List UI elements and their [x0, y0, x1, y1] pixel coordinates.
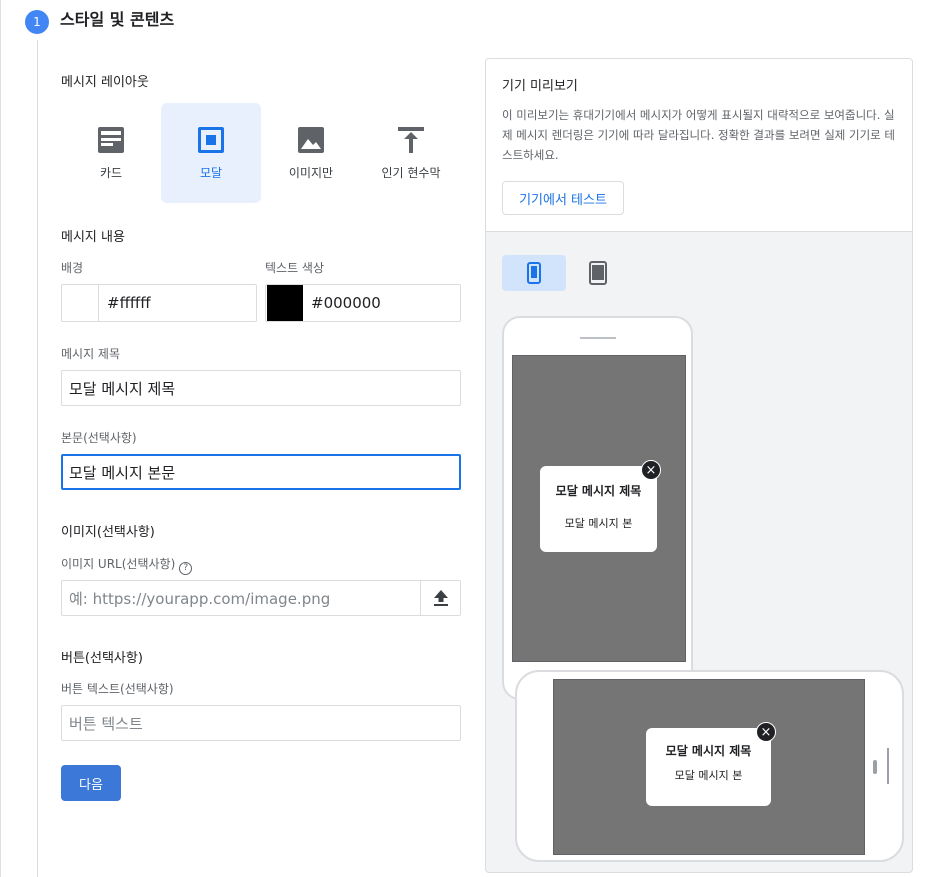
phone-side-button — [873, 760, 877, 774]
help-icon[interactable]: ? — [179, 562, 193, 575]
modal-icon — [198, 126, 224, 153]
background-label: 배경 — [61, 261, 84, 275]
image-url-label: 이미지 URL(선택사항)? — [61, 555, 193, 575]
close-icon: × — [756, 722, 776, 742]
modal-preview-body: 모달 메시지 본 — [674, 769, 743, 782]
button-text-input[interactable]: 버튼 텍스트 — [61, 705, 461, 741]
phone-portrait-preview: 모달 메시지 제목 모달 메시지 본 × — [502, 316, 693, 700]
preview-description: 이 미리보기는 휴대기기에서 메시지가 어떻게 표시될지 대략적으로 보여줍니다… — [502, 108, 896, 162]
layout-section-label: 메시지 레이아웃 — [61, 75, 149, 90]
phone-portrait-screen: 모달 메시지 제목 모달 메시지 본 × — [512, 355, 686, 662]
phone-home-bar — [887, 748, 889, 784]
layout-option-label: 이미지만 — [288, 165, 334, 180]
layout-option-image-only[interactable]: 이미지만 — [261, 103, 361, 203]
button-text-label: 버튼 텍스트(선택사항) — [61, 682, 174, 696]
phone-landscape-preview: 모달 메시지 제목 모달 메시지 본 × — [515, 670, 904, 862]
preview-header: 기기 미리보기 이 미리보기는 휴대기기에서 메시지가 어떻게 표시될지 대략적… — [486, 59, 912, 232]
modal-preview-title: 모달 메시지 제목 — [555, 484, 642, 498]
tablet-icon — [589, 261, 607, 285]
tablet-view-toggle[interactable] — [566, 255, 630, 291]
upload-icon — [433, 590, 448, 606]
layout-option-label: 카드 — [99, 165, 123, 180]
step-title: 스타일 및 콘텐츠 — [60, 10, 175, 29]
layout-option-label: 모달 — [199, 165, 223, 180]
device-preview-panel: 기기 미리보기 이 미리보기는 휴대기기에서 메시지가 어떻게 표시될지 대략적… — [485, 58, 913, 873]
image-url-placeholder: 예: https://yourapp.com/image.png — [69, 589, 331, 608]
layout-option-card[interactable]: 카드 — [61, 103, 161, 203]
layout-option-label: 인기 현수막 — [381, 165, 441, 180]
background-color-field[interactable]: #ffffff — [61, 284, 257, 322]
modal-preview-title: 모달 메시지 제목 — [665, 744, 752, 758]
text-color-label: 텍스트 색상 — [265, 261, 325, 275]
message-body-input[interactable]: 모달 메시지 본문 — [61, 454, 461, 490]
image-icon — [298, 126, 324, 153]
message-title-input[interactable]: 모달 메시지 제목 — [61, 370, 461, 406]
preview-title: 기기 미리보기 — [502, 79, 578, 94]
test-on-device-button[interactable]: 기기에서 테스트 — [502, 181, 624, 215]
content-section-label: 메시지 내용 — [61, 230, 125, 245]
step-connector-line — [37, 40, 38, 877]
modal-preview-landscape: 모달 메시지 제목 모달 메시지 본 × — [646, 722, 776, 806]
image-section-label: 이미지(선택사항) — [61, 525, 155, 540]
text-color-swatch[interactable] — [267, 285, 303, 321]
layout-option-modal[interactable]: 모달 — [161, 103, 261, 203]
card-icon — [98, 126, 124, 153]
modal-preview-portrait: 모달 메시지 제목 모달 메시지 본 × — [540, 460, 661, 552]
layout-option-banner[interactable]: 인기 현수막 — [361, 103, 461, 203]
close-icon: × — [641, 460, 661, 480]
banner-icon — [398, 126, 424, 153]
button-section-label: 버튼(선택사항) — [61, 651, 143, 666]
phone-landscape-screen: 모달 메시지 제목 모달 메시지 본 × — [553, 679, 865, 855]
phone-speaker — [580, 337, 616, 339]
background-color-swatch[interactable] — [63, 285, 99, 321]
background-color-value: #ffffff — [107, 294, 151, 312]
text-color-field[interactable]: #000000 — [265, 284, 461, 322]
message-body-label: 본문(선택사항) — [61, 431, 137, 445]
image-url-label-text: 이미지 URL(선택사항) — [61, 557, 176, 571]
upload-button[interactable] — [420, 581, 460, 615]
phone-view-toggle[interactable] — [502, 255, 566, 291]
step-number-badge: 1 — [25, 10, 49, 34]
text-color-value: #000000 — [311, 294, 381, 312]
modal-preview-body: 모달 메시지 본 — [564, 517, 633, 530]
layout-options: 카드 모달 이미지만 인기 현수막 — [61, 103, 461, 203]
next-button[interactable]: 다음 — [61, 765, 121, 801]
phone-icon — [527, 262, 541, 284]
message-title-label: 메시지 제목 — [61, 347, 121, 361]
left-border — [0, 0, 1, 877]
image-url-input[interactable]: 예: https://yourapp.com/image.png — [61, 580, 461, 616]
